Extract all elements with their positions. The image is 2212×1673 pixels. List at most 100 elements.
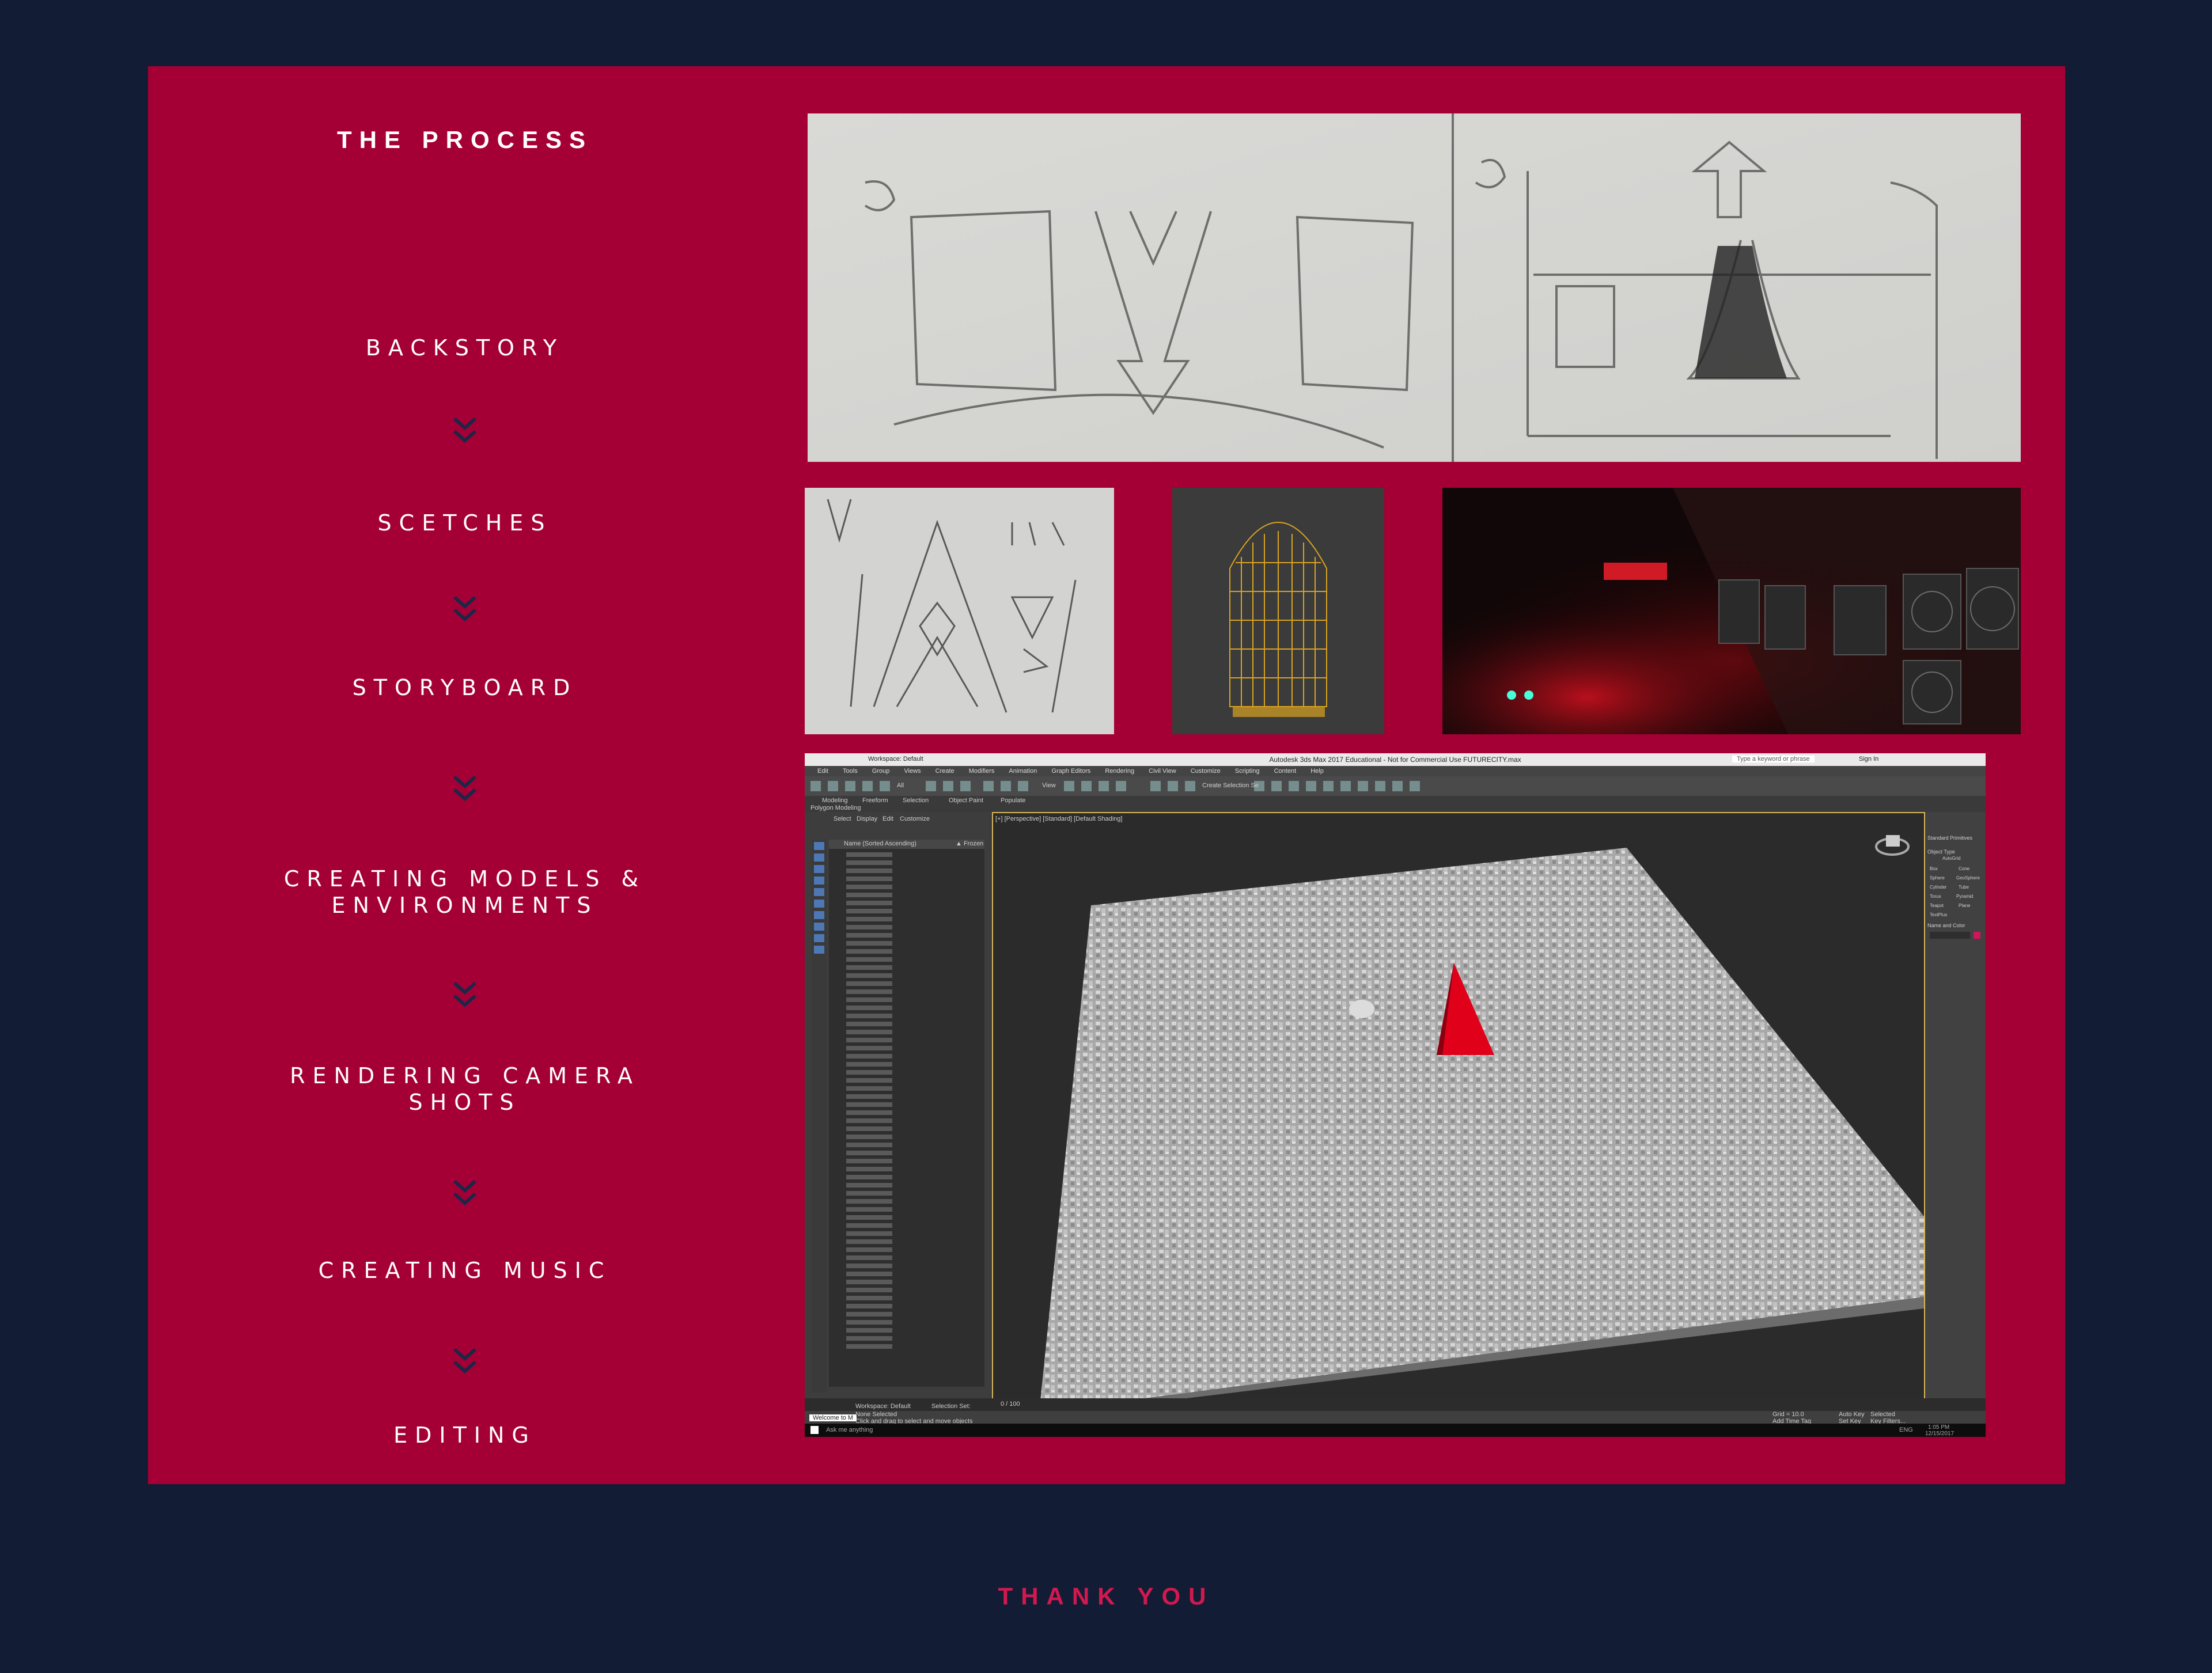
chevron-down-icon [448, 594, 482, 625]
primitive-sphere-button[interactable]: Sphere [1930, 875, 1945, 881]
menu-item[interactable]: Content [1274, 766, 1297, 776]
primitive-plane-button[interactable]: Plane [1959, 903, 1970, 908]
workspace-switcher[interactable]: Workspace: Default [855, 1403, 911, 1410]
object-name-input[interactable] [1930, 932, 1970, 939]
taskbar-clock-date: 12/15/2017 [1925, 1431, 1955, 1437]
3ds-max-screenshot: Autodesk 3ds Max 2017 Educational - Not … [805, 753, 1986, 1437]
ribbon-sub-label: Polygon Modeling [810, 805, 861, 811]
explorer-tab-edit[interactable]: Edit [882, 815, 893, 822]
windows-taskbar: Ask me anything ENG 1:05 PM 12/15/2017 [805, 1424, 1986, 1437]
workspace-label: Workspace: Default [868, 756, 923, 762]
process-steps-column: THE PROCESS BACKSTORY SCETCHES STORYBOAR… [148, 66, 782, 1484]
storyboard-sketch-image [808, 113, 2021, 462]
key-mode-dropdown[interactable]: Selected [1870, 1411, 1895, 1418]
name-and-color-rollout[interactable]: Name and Color [1927, 923, 1965, 928]
ribbon-tab-object-paint[interactable]: Object Paint [949, 797, 983, 804]
menu-item[interactable]: Rendering [1105, 766, 1134, 776]
explorer-column-frozen[interactable]: ▲ Frozen [956, 840, 983, 847]
timeline[interactable]: 0 / 100 [805, 1398, 1986, 1411]
timeline-frame: 0 / 100 [1001, 1401, 1020, 1408]
step-rendering: RENDERING CAMERA SHOTS [148, 1063, 782, 1116]
step-label: SHOTS [408, 1090, 521, 1115]
primitive-torus-button[interactable]: Torus [1930, 894, 1941, 899]
reference-coord-dropdown[interactable]: View [1042, 782, 1056, 789]
search-input[interactable]: Type a keyword or phrase [1732, 756, 1815, 762]
primitive-textplus-button[interactable]: TextPlus [1930, 912, 1947, 917]
maxscript-listener[interactable]: Welcome to M [809, 1414, 857, 1421]
menu-item[interactable]: Help [1310, 766, 1324, 776]
primitive-pyramid-button[interactable]: Pyramid [1956, 894, 1973, 899]
selection-filter-dropdown[interactable]: All [897, 782, 904, 789]
explorer-tab-customize[interactable]: Customize [900, 815, 930, 822]
menu-item[interactable]: Create [935, 766, 955, 776]
ribbon-tab-modeling[interactable]: Modeling [822, 797, 848, 804]
command-panel: Standard Primitives Object Type AutoGrid… [1925, 812, 1986, 1417]
auto-key-button[interactable]: Auto Key [1839, 1411, 1865, 1418]
menu-item[interactable]: Tools [843, 766, 858, 776]
explorer-tab-select[interactable]: Select [834, 815, 851, 822]
ribbon-tab-freeform[interactable]: Freeform [862, 797, 888, 804]
primitive-tube-button[interactable]: Tube [1959, 885, 1969, 890]
chevron-down-icon [448, 415, 482, 446]
menu-item[interactable]: Civil View [1149, 766, 1176, 776]
selection-set-label: Selection Set: [931, 1403, 971, 1410]
menu-item[interactable]: Scripting [1235, 766, 1260, 776]
primitive-box-button[interactable]: Box [1930, 866, 1938, 871]
page-title: THE PROCESS [336, 126, 593, 153]
ribbon: Modeling Freeform Selection Object Paint… [805, 796, 1986, 812]
windows-start-icon[interactable] [810, 1426, 819, 1434]
menu-item[interactable]: Views [904, 766, 921, 776]
primitive-cylinder-button[interactable]: Cylinder [1930, 885, 1946, 890]
menu-item[interactable]: Graph Editors [1051, 766, 1090, 776]
chevron-down-icon [448, 1346, 482, 1377]
step-sketches: SCETCHES [148, 510, 782, 536]
grid-readout: Grid = 10.0 [1772, 1411, 1804, 1418]
rendered-shot-image [1442, 488, 2021, 734]
perspective-viewport[interactable]: [+] [Perspective] [Standard] [Default Sh… [992, 812, 1925, 1417]
taskbar-language: ENG [1899, 1427, 1913, 1433]
wireframe-model-image [1172, 488, 1384, 734]
step-editing: EDITING [148, 1422, 782, 1448]
autogrid-checkbox[interactable]: AutoGrid [1942, 856, 1961, 861]
step-label: CREATING MUSIC [318, 1258, 612, 1283]
primitive-geosphere-button[interactable]: GeoSphere [1956, 875, 1980, 881]
menu-item[interactable]: Group [872, 766, 890, 776]
viewcube-icon[interactable] [1872, 825, 1912, 859]
chevron-down-icon [448, 773, 482, 805]
menu-bar: Edit Tools Group Views Create Modifiers … [805, 766, 1986, 776]
explorer-column-name[interactable]: Name (Sorted Ascending) [844, 840, 916, 847]
chevron-down-icon [448, 980, 482, 1011]
step-label: ENVIRONMENTS [331, 893, 599, 918]
step-label: CREATING MODELS & [283, 866, 646, 891]
step-label: BACKSTORY [365, 335, 565, 361]
step-label: EDITING [393, 1422, 536, 1448]
step-creating-models: CREATING MODELS & ENVIRONMENTS [148, 866, 782, 919]
object-type-rollout[interactable]: Object Type [1927, 849, 1955, 855]
status-bar: Welcome to M Workspace: Default Selectio… [805, 1403, 1986, 1425]
object-color-swatch[interactable] [1974, 932, 1980, 939]
menu-item[interactable]: Animation [1009, 766, 1037, 776]
selection-set-dropdown[interactable]: Create Selection Se [1202, 782, 1259, 789]
menu-item[interactable]: Customize [1191, 766, 1221, 776]
menu-item[interactable]: Edit [817, 766, 828, 776]
explorer-tab-display[interactable]: Display [857, 815, 877, 822]
primitives-dropdown[interactable]: Standard Primitives [1927, 835, 1972, 841]
explorer-toolbar [812, 840, 827, 1393]
main-toolbar: All View Create Selection Se [805, 776, 1986, 796]
pyramid-sketch-image [805, 488, 1114, 734]
menu-item[interactable]: Modifiers [969, 766, 995, 776]
step-label: STORYBOARD [352, 675, 578, 700]
taskbar-search[interactable]: Ask me anything [826, 1424, 982, 1437]
sign-in-link[interactable]: Sign In [1859, 756, 1878, 762]
step-label: SCETCHES [377, 510, 552, 536]
chevron-down-icon [448, 1178, 482, 1209]
primitive-teapot-button[interactable]: Teapot [1930, 903, 1944, 908]
thank-you-footer: THANK YOU [998, 1583, 1214, 1610]
step-label: RENDERING CAMERA [290, 1063, 640, 1088]
ribbon-tab-populate[interactable]: Populate [1001, 797, 1025, 804]
explorer-list[interactable]: Name (Sorted Ascending) ▲ Frozen [829, 840, 984, 1387]
scene-explorer: Select Display Edit Customize Name (Sort… [805, 812, 989, 1417]
ribbon-tab-selection[interactable]: Selection [903, 797, 929, 804]
process-panel: THE PROCESS BACKSTORY SCETCHES STORYBOAR… [148, 66, 2065, 1484]
primitive-cone-button[interactable]: Cone [1959, 866, 1969, 871]
